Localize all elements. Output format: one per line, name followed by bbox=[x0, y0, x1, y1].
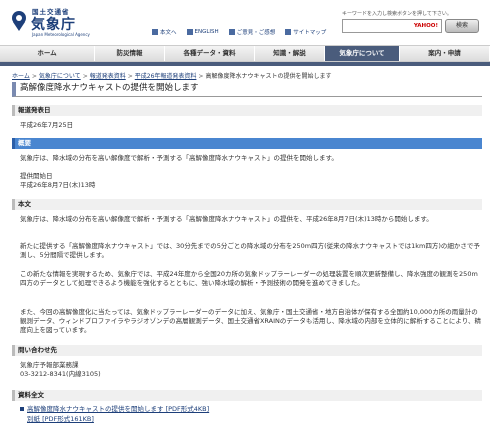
header-link-english[interactable]: ENGLISH bbox=[186, 27, 219, 37]
arrow-icon bbox=[186, 29, 193, 35]
body-paragraph-3: この新たな情報を実現するため、気象庁では、平成24年度から全国20カ所の気象ドッ… bbox=[20, 270, 478, 287]
nav-disaster-info[interactable]: 防災情報 bbox=[95, 46, 165, 61]
body-heading: 本文 bbox=[12, 199, 482, 210]
nav-underline bbox=[0, 62, 490, 66]
body-paragraph-2: 新たに提供する「高解像度降水ナウキャスト」では、30分先までの5分ごとの降水域の… bbox=[20, 242, 480, 259]
site-header: 国土交通省 気象庁 Japan Meteorological Agency 本文… bbox=[0, 0, 490, 42]
arrow-icon bbox=[228, 29, 235, 35]
header-link-sitemap[interactable]: サイトマップ bbox=[285, 27, 326, 37]
jma-emblem-icon bbox=[12, 11, 26, 31]
date-heading: 報道発表日 bbox=[12, 105, 482, 116]
material-link-2[interactable]: 別紙 [PDF形式161KB] bbox=[27, 415, 94, 423]
material-item-2: 別紙 [PDF形式161KB] bbox=[20, 415, 482, 424]
header-link-skip[interactable]: 本文へ bbox=[152, 27, 177, 37]
nav-home[interactable]: ホーム bbox=[0, 46, 95, 61]
breadcrumb: ホーム > 気象庁について > 報道発表資料 > 平成26年報道発表資料 > 高解像度降水ナウキ… bbox=[12, 73, 332, 80]
nav-knowledge[interactable]: 知識・解説 bbox=[255, 46, 325, 61]
contact-heading: 問い合わせ先 bbox=[12, 345, 482, 356]
material-item-1: 高解像度降水ナウキャストの提供を開始します [PDF形式4KB] bbox=[20, 405, 482, 414]
nav-about[interactable]: 気象庁について bbox=[325, 46, 400, 61]
materials-heading: 資料全文 bbox=[12, 390, 482, 401]
start-date: 平成26年8月7日(木)13時 bbox=[20, 181, 96, 189]
arrow-icon bbox=[152, 29, 158, 35]
breadcrumb-home[interactable]: ホーム bbox=[12, 73, 30, 80]
breadcrumb-about[interactable]: 気象庁について bbox=[39, 73, 81, 80]
date-text: 平成26年7月25日 bbox=[20, 121, 74, 129]
logo-english-name: Japan Meteorological Agency bbox=[32, 32, 90, 37]
nav-data[interactable]: 各種データ・資料 bbox=[165, 46, 255, 61]
search-brand-logo: YAHOO! bbox=[413, 23, 438, 29]
breadcrumb-current: 高解像度降水ナウキャストの提供を開始します bbox=[205, 73, 332, 80]
global-nav: ホーム 防災情報 各種データ・資料 知識・解説 気象庁について 案内・申請 bbox=[0, 45, 490, 62]
header-links: 本文へ ENGLISH ご意見・ご感想 サイトマップ bbox=[152, 27, 326, 37]
summary-heading: 概要 bbox=[12, 138, 482, 149]
search-button[interactable]: 検索 bbox=[445, 19, 479, 33]
nav-guide[interactable]: 案内・申請 bbox=[400, 46, 490, 61]
summary-text: 気象庁は、降水域の分布を高い解像度で解析・予測する「高解像度降水ナウキャスト」の… bbox=[20, 154, 338, 162]
start-label: 提供開始日 bbox=[20, 172, 53, 180]
contact-tel: 03-3212-8341(内線3105) bbox=[20, 370, 101, 378]
search-hint: キーワードを入力し検索ボタンを押して下さい。 bbox=[342, 11, 452, 17]
material-link-1[interactable]: 高解像度降水ナウキャストの提供を開始します [PDF形式4KB] bbox=[27, 405, 209, 413]
page-title: 高解像度降水ナウキャストの提供を開始します bbox=[12, 82, 482, 97]
breadcrumb-press[interactable]: 報道発表資料 bbox=[90, 73, 126, 80]
breadcrumb-press-2014[interactable]: 平成26年報道発表資料 bbox=[135, 73, 197, 80]
bullet-icon bbox=[20, 407, 24, 411]
site-logo[interactable]: 国土交通省 気象庁 Japan Meteorological Agency bbox=[10, 6, 120, 38]
logo-agency-name: 気象庁 bbox=[31, 17, 76, 33]
search-input[interactable]: YAHOO! bbox=[342, 19, 442, 33]
body-paragraph-1: 気象庁は、降水域の分布を高い解像度で解析・予測する「高解像度降水ナウキャスト」の… bbox=[20, 215, 433, 223]
contact-name: 気象庁予報部業務課 bbox=[20, 361, 79, 369]
arrow-icon bbox=[285, 29, 292, 35]
body-paragraph-4: また、今回の高解像度化に当たっては、気象ドップラーレーダーのデータに加え、気象庁… bbox=[20, 308, 482, 334]
header-link-feedback[interactable]: ご意見・ご感想 bbox=[228, 27, 275, 37]
